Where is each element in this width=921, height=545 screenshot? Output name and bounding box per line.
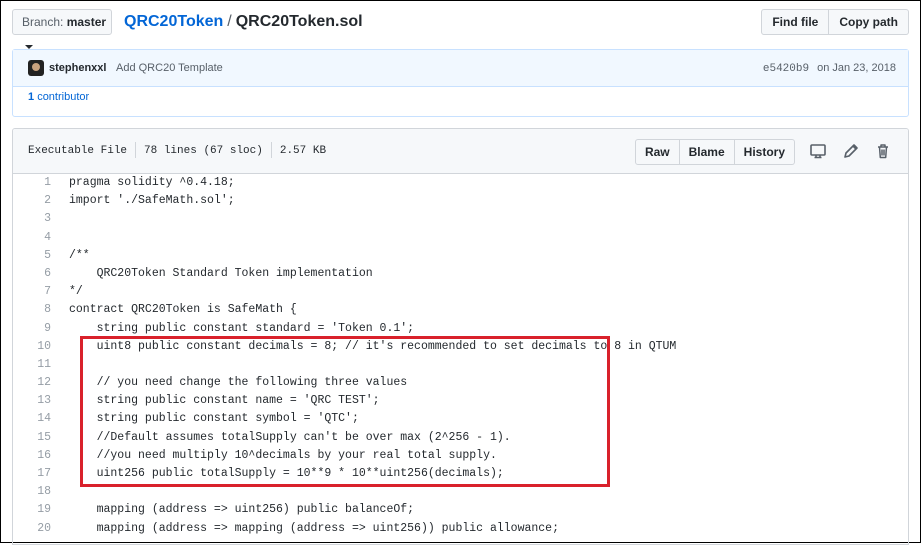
find-file-button[interactable]: Find file [761, 9, 830, 35]
breadcrumb: QRC20Token / QRC20Token.sol [124, 9, 363, 35]
commit-date: on Jan 23, 2018 [817, 62, 896, 74]
code-line: 3 [13, 210, 908, 228]
contributors-count: 1 [28, 91, 35, 103]
file-viewer: Executable File 78 lines (67 sloc) 2.57 KB… [12, 128, 909, 545]
commit-tease: stephenxxl Add QRC20 Template e5420b9 on … [12, 49, 909, 117]
branch-name: master [66, 15, 107, 29]
pencil-icon[interactable] [842, 142, 860, 160]
line-content [51, 210, 69, 228]
code-line: 7 */ [13, 283, 908, 301]
line-number[interactable]: 8 [13, 301, 51, 319]
branch-select-button[interactable]: Branch: master [12, 9, 112, 49]
line-content: pragma solidity ^0.4.18; [69, 176, 235, 189]
commit-sha-link[interactable]: e5420b9 [763, 63, 809, 75]
line-number[interactable]: 17 [13, 465, 51, 483]
code-line: 6 QRC20Token Standard Token implementati… [13, 265, 908, 283]
file-navigation: Branch: master QRC20Token / QRC20Token.sol… [12, 9, 909, 49]
line-content: string public constant name = 'QRC TEST'… [69, 394, 380, 408]
raw-button[interactable]: Raw [634, 139, 680, 165]
line-content: import './SafeMath.sol'; [69, 194, 235, 208]
file-nav-buttons: Find file Copy path [761, 9, 909, 35]
code-line: 13 string public constant name = 'QRC TE… [13, 392, 908, 410]
history-button[interactable]: History [734, 139, 795, 165]
desktop-icon[interactable] [809, 142, 827, 160]
file-line-count: 78 lines (67 sloc) [144, 145, 263, 157]
commit-meta: e5420b9 on Jan 23, 2018 [763, 50, 896, 87]
breadcrumb-separator: / [227, 13, 232, 30]
line-content: uint256 public totalSupply = 10**9 * 10*… [69, 467, 504, 480]
line-content: string public constant standard = 'Token… [69, 321, 415, 335]
line-number[interactable]: 1 [13, 174, 51, 192]
code-line: 10 uint8 public constant decimals = 8; /… [13, 338, 908, 356]
code-line: 8 contract QRC20Token is SafeMath { [13, 301, 908, 319]
blame-button[interactable]: Blame [679, 139, 735, 165]
line-number[interactable]: 20 [13, 520, 51, 538]
line-content: //Default assumes totalSupply can't be o… [69, 430, 511, 444]
line-content: //you need multiply 10^decimals by your … [69, 448, 497, 462]
line-content: mapping (address => uint256) public bala… [69, 503, 415, 517]
code-line: 17 uint256 public totalSupply = 10**9 * … [13, 465, 908, 483]
line-content: */ [69, 285, 83, 299]
line-content [51, 356, 69, 374]
line-number[interactable]: 6 [13, 265, 51, 283]
file-action-buttons: Raw Blame History [634, 139, 795, 165]
code-line: 20 mapping (address => mapping (address … [13, 520, 908, 538]
commit-author-link[interactable]: stephenxxl [49, 50, 106, 86]
code-line: 2 import './SafeMath.sol'; [13, 192, 908, 210]
breadcrumb-repo-link[interactable]: QRC20Token [124, 13, 223, 30]
commit-header: stephenxxl Add QRC20 Template e5420b9 on … [13, 50, 908, 87]
line-number[interactable]: 4 [13, 229, 51, 247]
divider [135, 142, 137, 159]
contributors-label: contributor [37, 91, 90, 103]
line-number[interactable]: 15 [13, 429, 51, 447]
line-content: mapping (address => mapping (address => … [69, 521, 559, 535]
line-number[interactable]: 14 [13, 410, 51, 428]
avatar[interactable] [28, 60, 44, 76]
trash-icon[interactable] [874, 142, 892, 160]
line-number[interactable]: 3 [13, 210, 51, 228]
file-info: Executable File 78 lines (67 sloc) 2.57 KB [28, 129, 326, 173]
line-content: QRC20Token Standard Token implementation [69, 266, 373, 280]
code-line: 5 /** [13, 247, 908, 265]
code-blob: 1 pragma solidity ^0.4.18; 2 import './Safe… [13, 174, 908, 538]
line-content: /** [69, 248, 90, 262]
line-number[interactable]: 18 [13, 483, 51, 501]
line-number[interactable]: 13 [13, 392, 51, 410]
code-line: 1 pragma solidity ^0.4.18; [13, 174, 908, 192]
file-header: Executable File 78 lines (67 sloc) 2.57 KB… [13, 129, 908, 174]
line-number[interactable]: 5 [13, 247, 51, 265]
code-line: 12 // you need change the following thre… [13, 374, 908, 392]
breadcrumb-file-name: QRC20Token.sol [235, 13, 363, 30]
line-number[interactable]: 9 [13, 320, 51, 338]
line-number[interactable]: 19 [13, 501, 51, 519]
branch-label: Branch: [22, 15, 64, 29]
line-number[interactable]: 10 [13, 338, 51, 356]
line-number[interactable]: 16 [13, 447, 51, 465]
code-line: 11 [13, 356, 908, 374]
file-mode: Executable File [28, 145, 128, 157]
line-content: string public constant symbol = 'QTC'; [69, 412, 359, 426]
line-content [51, 229, 69, 247]
contributors-link[interactable]: 1 contributor [28, 91, 89, 103]
code-line: 9 string public constant standard = 'Tok… [13, 320, 908, 338]
code-line: 18 [13, 483, 908, 501]
line-number[interactable]: 2 [13, 192, 51, 210]
code-line: 15 //Default assumes totalSupply can't b… [13, 429, 908, 447]
line-number[interactable]: 7 [13, 283, 51, 301]
code-line: 14 string public constant symbol = 'QTC'… [13, 410, 908, 428]
line-content: uint8 public constant decimals = 8; // i… [69, 339, 677, 353]
line-content: // you need change the following three v… [69, 376, 408, 390]
file-size: 2.57 KB [279, 145, 327, 157]
line-content [51, 483, 69, 501]
code-line: 19 mapping (address => uint256) public b… [13, 501, 908, 519]
line-number[interactable]: 12 [13, 374, 51, 392]
commit-message-link[interactable]: Add QRC20 Template [116, 50, 223, 86]
code-line: 16 //you need multiply 10^decimals by yo… [13, 447, 908, 465]
code-line: 4 [13, 229, 908, 247]
line-number[interactable]: 11 [13, 356, 51, 374]
copy-path-button[interactable]: Copy path [829, 9, 909, 35]
divider [270, 142, 272, 159]
line-content: contract QRC20Token is SafeMath { [69, 303, 297, 317]
